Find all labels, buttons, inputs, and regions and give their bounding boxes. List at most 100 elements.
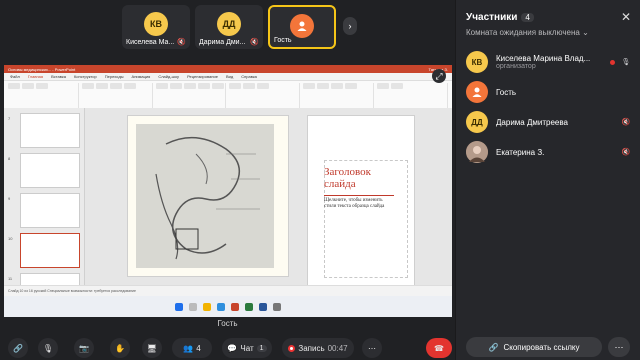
chat-icon: 💬 (227, 343, 238, 353)
record-button[interactable]: Запись 00:47 (282, 338, 354, 358)
more-icon: ⋯ (368, 343, 376, 353)
camera-toggle-button[interactable]: 📷 (74, 338, 94, 358)
avatar: КВ (144, 12, 168, 36)
close-icon[interactable]: ✕ (621, 10, 631, 24)
chat-count: 1 (256, 344, 267, 352)
ppt-tab: Слайд-шоу (158, 74, 180, 79)
fullscreen-icon: ⤢ (435, 70, 443, 81)
mic-off-icon: 🔇 (250, 39, 259, 46)
ppt-titlebar: Основы медицинских... - PowerPoint Татья… (4, 65, 452, 73)
chevron-down-icon: ⌄ (582, 28, 589, 37)
waiting-room-label: Комната ожидания выключена (466, 28, 580, 37)
search-icon (189, 302, 197, 311)
more-icon: ⋯ (614, 341, 624, 352)
slide-thumbnail (20, 153, 80, 188)
participants-panel: Участники 4 ✕ Комната ожидания выключена … (455, 0, 640, 360)
participant-name: Киселева Марина Влад... (496, 54, 591, 63)
participant-tile-active[interactable]: Гость (268, 5, 336, 49)
mic-off-icon: 🔇 (621, 119, 631, 126)
slide-layout-preview: Заголовок слайда Щелкните, чтобы изменит… (307, 115, 415, 299)
phone-hangup-icon: ☎ (434, 343, 444, 353)
ppt-tab: Главная (27, 74, 44, 79)
ppt-body: 7 8 9 10 11 Заголовок слайда Щелкните, ч… (4, 108, 452, 308)
participant-row[interactable]: Гость (466, 80, 631, 104)
powerpoint-icon (231, 302, 239, 311)
link-button[interactable]: 🔗 (8, 338, 28, 358)
participants-count-badge: 4 (521, 13, 534, 22)
mic-off-icon: 🎙 (42, 343, 54, 353)
slide-thumbnail-selected (20, 233, 80, 268)
ppt-tab: Конструктор (73, 74, 97, 79)
mic-off-icon: 🔇 (177, 39, 186, 46)
participant-tile[interactable]: ДД Дарима Дми... 🔇 (195, 5, 263, 49)
word-icon (259, 302, 267, 311)
os-taskbar (4, 296, 452, 317)
participant-row[interactable]: Екатерина З. 🔇 (466, 140, 631, 164)
participant-row[interactable]: КВ Киселева Марина Влад... организатор 🎙 (466, 50, 631, 74)
slide-thumbnails: 7 8 9 10 11 (4, 108, 85, 308)
thumb-number: 10 (8, 236, 13, 241)
link-icon: 🔗 (488, 342, 499, 352)
thumb-number: 8 (8, 156, 11, 161)
slide-title-placeholder: Заголовок слайда (324, 166, 371, 190)
thumb-number: 11 (8, 276, 13, 281)
copy-link-button[interactable]: 🔗 Скопировать ссылку (466, 337, 602, 357)
screen-share-button[interactable]: 🖥 (142, 338, 162, 358)
ppt-statusbar: Слайд 10 из 16 русский Специальные возмо… (4, 285, 452, 296)
record-time: 00:47 (327, 343, 348, 353)
ppt-ribbon-tabs: Файл Главная Вставка Конструктор Переход… (4, 73, 452, 81)
chat-button[interactable]: 💬 Чат 1 (222, 338, 272, 358)
record-icon (288, 344, 296, 352)
ppt-tab: Вид (225, 74, 234, 79)
screen-share-icon: 🖥 (146, 343, 158, 353)
hang-up-button[interactable]: ☎ (426, 338, 452, 358)
person-icon (290, 14, 314, 38)
mic-icon: 🎙 (621, 59, 631, 66)
avatar: ДД (217, 12, 241, 36)
ppt-tab: Вставка (51, 74, 66, 79)
slide-scanned-image (127, 115, 289, 277)
person-icon (466, 81, 488, 103)
ppt-tab: Переходы (104, 74, 124, 79)
slide-thumbnail (20, 113, 80, 148)
ppt-tab: Анимация (131, 74, 151, 79)
thumb-number: 9 (8, 196, 11, 201)
camera-off-icon: 📷 (79, 343, 89, 353)
more-options-button[interactable]: ⋯ (362, 338, 382, 358)
raise-hand-button[interactable]: ✋ (110, 338, 130, 358)
people-icon: 👥 (183, 343, 194, 353)
slide-thumbnail (20, 193, 80, 228)
waiting-room-toggle[interactable]: Комната ожидания выключена ⌄ (466, 28, 589, 37)
start-icon (175, 302, 183, 311)
participant-row[interactable]: ДД Дарима Дмитреева 🔇 (466, 110, 631, 134)
mic-off-icon: 🔇 (621, 149, 631, 156)
ppt-window-title: Основы медицинских... - PowerPoint (8, 66, 76, 72)
app-icon (273, 302, 281, 311)
mic-toggle-button[interactable]: 🎙 (38, 338, 58, 358)
participant-name: Гость (496, 87, 517, 97)
explorer-icon (203, 302, 211, 311)
tile-name: Киселева Ма... (126, 39, 175, 46)
participant-name: Екатерина З. (496, 147, 545, 157)
participant-name: Дарима Дмитреева (496, 117, 568, 127)
ppt-tab: Рецензирование (187, 74, 218, 79)
main-stage: КВ Киселева Ма... 🔇 ДД Дарима Дми... 🔇 Г… (0, 0, 455, 360)
shared-screen: Основы медицинских... - PowerPoint Татья… (4, 65, 452, 317)
next-tiles-button[interactable]: › (343, 17, 357, 35)
avatar: ДД (466, 111, 488, 133)
excel-icon (245, 302, 253, 311)
expand-screen-button[interactable]: ⤢ (432, 69, 446, 83)
ppt-status-text: Слайд 10 из 16 русский Специальные возмо… (8, 289, 136, 293)
ppt-tab: Справка (241, 74, 257, 79)
panel-more-button[interactable]: ⋯ (608, 337, 630, 357)
slide-subtitle-placeholder: Щелкните, чтобы изменить стили текста об… (324, 195, 394, 210)
participants-button[interactable]: 👥 4 (172, 338, 212, 358)
browser-icon (217, 302, 225, 311)
chat-label: Чат (240, 343, 254, 353)
ppt-tab: Файл (10, 74, 20, 79)
record-label: Запись (298, 343, 325, 353)
tile-name: Дарима Дми... (199, 39, 246, 46)
recording-indicator (610, 59, 615, 65)
participant-tile[interactable]: КВ Киселева Ма... 🔇 (122, 5, 190, 49)
hand-icon: ✋ (115, 343, 125, 353)
